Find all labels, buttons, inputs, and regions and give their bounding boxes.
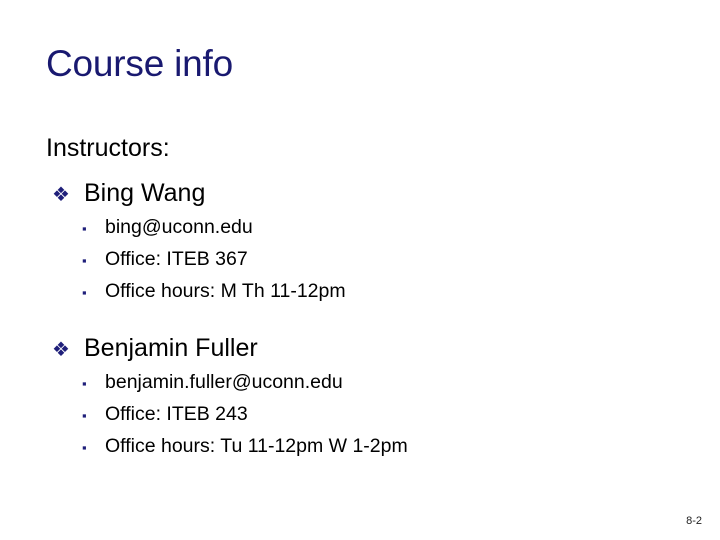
slide-number: 8-2 bbox=[686, 515, 702, 527]
list-item: ▪ bing@uconn.edu bbox=[46, 214, 686, 242]
instructor-name: Bing Wang bbox=[84, 179, 206, 207]
list-item: ▪ Office hours: M Th 11-12pm bbox=[46, 278, 686, 306]
instructor-email: benjamin.fuller@uconn.edu bbox=[105, 371, 343, 393]
instructor-details: ▪ benjamin.fuller@uconn.edu ▪ Office: IT… bbox=[46, 369, 686, 461]
instructor-office: Office: ITEB 367 bbox=[105, 248, 248, 270]
list-item: ▪ benjamin.fuller@uconn.edu bbox=[46, 369, 686, 397]
instructor-office-hours: Office hours: M Th 11-12pm bbox=[105, 280, 346, 302]
instructor-details: ▪ bing@uconn.edu ▪ Office: ITEB 367 ▪ Of… bbox=[46, 214, 686, 306]
list-item: ▪ Office: ITEB 243 bbox=[46, 401, 686, 429]
square-bullet-icon: ▪ bbox=[82, 285, 87, 300]
square-bullet-icon: ▪ bbox=[82, 440, 87, 455]
instructor-name: Benjamin Fuller bbox=[84, 334, 258, 362]
list-item: ▪ Office: ITEB 367 bbox=[46, 246, 686, 274]
instructor-office-hours: Office hours: Tu 11-12pm W 1-2pm bbox=[105, 435, 408, 457]
square-bullet-icon: ▪ bbox=[82, 376, 87, 391]
instructor-office: Office: ITEB 243 bbox=[105, 403, 248, 425]
instructor-entry: ❖ Benjamin Fuller bbox=[46, 332, 686, 365]
instructor-email: bing@uconn.edu bbox=[105, 216, 253, 238]
square-bullet-icon: ▪ bbox=[82, 408, 87, 423]
page-title: Course info bbox=[46, 43, 234, 84]
slide-body: Instructors: ❖ Bing Wang ▪ bing@uconn.ed… bbox=[46, 133, 686, 471]
diamond-bullet-icon: ❖ bbox=[52, 339, 70, 361]
diamond-bullet-icon: ❖ bbox=[52, 184, 70, 206]
instructors-heading: Instructors: bbox=[46, 134, 170, 162]
square-bullet-icon: ▪ bbox=[82, 221, 87, 236]
square-bullet-icon: ▪ bbox=[82, 253, 87, 268]
slide: Course info Instructors: ❖ Bing Wang ▪ b… bbox=[0, 0, 720, 540]
list-item: ▪ Office hours: Tu 11-12pm W 1-2pm bbox=[46, 433, 686, 461]
instructor-entry: ❖ Bing Wang bbox=[46, 177, 686, 210]
